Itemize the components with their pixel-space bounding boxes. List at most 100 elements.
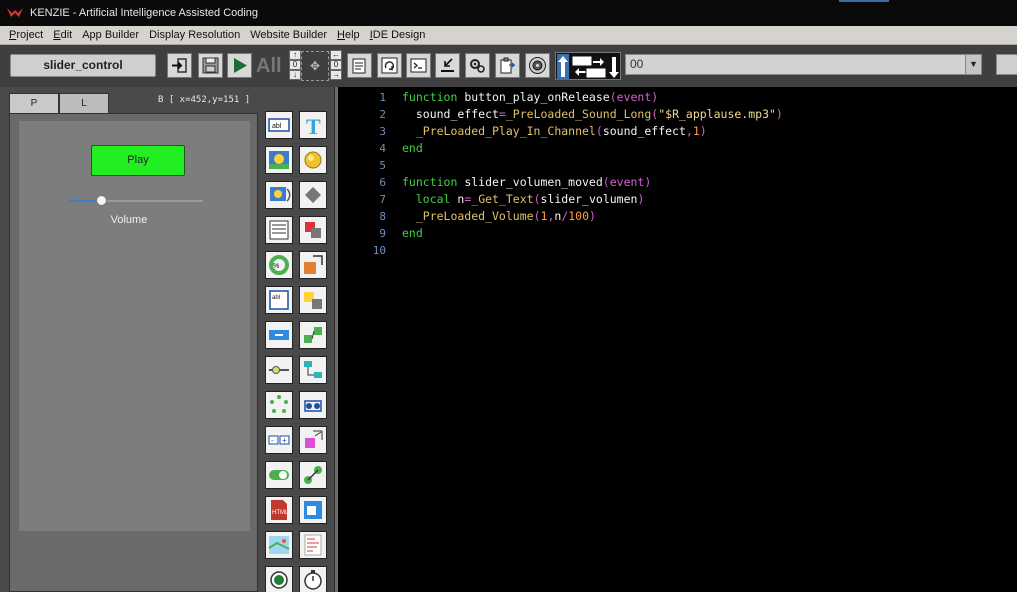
import-button[interactable] (435, 53, 460, 78)
nudge-left-button[interactable]: ← (330, 50, 342, 60)
menu-item-website-builder[interactable]: Website Builder (245, 29, 332, 41)
chevron-down-icon[interactable]: ▼ (965, 55, 981, 74)
resize-tool[interactable] (299, 251, 327, 279)
move-handle[interactable]: ✥ (301, 51, 329, 81)
volume-label: Volume (110, 214, 148, 226)
code-line[interactable]: _PreLoaded_Volume(1,n/100) (402, 208, 783, 225)
volume-slider[interactable] (69, 195, 203, 207)
toggle-widget-tool[interactable] (265, 461, 293, 489)
preview-panel: P L B [ x=452,y=151 ] Play Volume (0, 87, 262, 592)
code-token: _Get_Text (471, 192, 534, 206)
layer-order-control[interactable] (555, 52, 621, 80)
progress-circle-tool[interactable]: % (265, 251, 293, 279)
code-token: ( (533, 209, 541, 223)
button-widget-tool[interactable] (265, 321, 293, 349)
code-token: ) (775, 107, 783, 121)
refresh-icon (381, 57, 398, 74)
group-move-tool[interactable] (299, 391, 327, 419)
save-button[interactable] (198, 53, 223, 78)
link-tool[interactable] (299, 461, 327, 489)
connect-icon (304, 327, 322, 343)
listview-tool[interactable] (265, 216, 293, 244)
terminal-button[interactable] (406, 53, 431, 78)
snap-tool[interactable] (299, 286, 327, 314)
code-line[interactable]: end (402, 140, 783, 157)
code-line[interactable]: function slider_volumen_moved(event) (402, 174, 783, 191)
code-token: ) (637, 192, 645, 206)
design-canvas[interactable]: Play Volume (19, 121, 250, 531)
image-widget-icon (269, 151, 289, 169)
code-token: button_play_onRelease (464, 90, 610, 104)
connect-tool[interactable] (299, 321, 327, 349)
clipboard-button[interactable] (495, 53, 520, 78)
tree-tool[interactable] (299, 356, 327, 384)
slider-thumb[interactable] (96, 195, 107, 206)
text-document-icon (304, 534, 322, 556)
object-name-field[interactable]: slider_control (10, 54, 156, 77)
html-widget-tool[interactable]: HTML (265, 496, 293, 524)
tab-l[interactable]: L (59, 93, 109, 113)
cursor-coordinates: B [ x=452,y=151 ] (158, 95, 251, 105)
settings-button[interactable] (465, 53, 490, 78)
menu-item-app-builder[interactable]: App Builder (77, 29, 144, 41)
refresh-button[interactable] (377, 53, 402, 78)
nudge-up-button[interactable]: ↑ (289, 50, 301, 60)
menu-item-project[interactable]: Project (0, 29, 48, 41)
textbox-widget-tool[interactable]: abl (265, 111, 293, 139)
text-label-tool[interactable]: T (299, 111, 327, 139)
exit-button[interactable] (167, 53, 192, 78)
css-tool[interactable] (299, 496, 327, 524)
code-editor[interactable]: 1 2 3 4 5 6 7 8 9 10 function button_play_onRelea… (338, 87, 1017, 592)
collision-tool[interactable] (299, 216, 327, 244)
code-token: end (402, 141, 423, 155)
stepper-widget-tool[interactable]: - + (265, 426, 293, 454)
speaker-button[interactable] (525, 53, 550, 78)
nudge-value: 0 (289, 60, 301, 70)
tab-p[interactable]: P (9, 93, 59, 113)
code-line[interactable]: _PreLoaded_Play_In_Channel(sound_effect,… (402, 123, 783, 140)
code-token: 1 (692, 124, 700, 138)
slider-widget-tool[interactable] (265, 356, 293, 384)
properties-button[interactable] (347, 53, 372, 78)
code-area[interactable]: function button_play_onRelease(event) so… (402, 89, 783, 259)
code-line[interactable] (402, 157, 783, 174)
code-line[interactable]: end (402, 225, 783, 242)
slider-widget-icon (269, 366, 289, 374)
view-select[interactable]: 00 ▼ (625, 54, 982, 75)
exit-icon (172, 58, 187, 73)
radio-widget-tool[interactable] (265, 566, 293, 592)
shape-tool[interactable] (299, 181, 327, 209)
line-number: 8 (379, 210, 386, 223)
menu-item-display-resolution[interactable]: Display Resolution (144, 29, 245, 41)
toggle-widget-icon (269, 470, 289, 480)
spinner-widget-icon (270, 395, 288, 413)
round-button-tool[interactable] (299, 146, 327, 174)
code-token: ( (595, 124, 603, 138)
code-line[interactable]: function button_play_onRelease(event) (402, 89, 783, 106)
text-document-tool[interactable] (299, 531, 327, 559)
code-line[interactable] (402, 242, 783, 259)
round-button-icon (304, 151, 322, 169)
code-line[interactable]: sound_effect=_PreLoaded_Sound_Long("$R_a… (402, 106, 783, 123)
properties-icon (352, 58, 366, 74)
code-line[interactable]: local n=_Get_Text(slider_volumen) (402, 191, 783, 208)
nudge-down-button[interactable]: ↓ (289, 70, 301, 80)
button-widget-icon (269, 330, 289, 340)
right-toolbar-button[interactable] (996, 54, 1017, 75)
run-button[interactable] (227, 53, 252, 78)
play-button[interactable]: Play (91, 145, 185, 176)
timer-widget-tool[interactable] (299, 566, 327, 592)
image-rotate-tool[interactable] (265, 181, 293, 209)
multiline-text-tool[interactable]: abl (265, 286, 293, 314)
align-tool[interactable] (299, 426, 327, 454)
image-widget-tool[interactable] (265, 146, 293, 174)
spinner-widget-tool[interactable] (265, 391, 293, 419)
all-label[interactable]: All (256, 55, 282, 78)
menu-item-edit[interactable]: Edit (48, 29, 77, 41)
kenzie-logo-icon (7, 8, 23, 17)
nudge-right-button[interactable]: → (330, 70, 342, 80)
menu-item-ide-design[interactable]: IDE Design (365, 29, 431, 41)
settings-icon (470, 59, 485, 73)
menu-item-help[interactable]: Help (332, 29, 365, 41)
map-widget-tool[interactable] (265, 531, 293, 559)
